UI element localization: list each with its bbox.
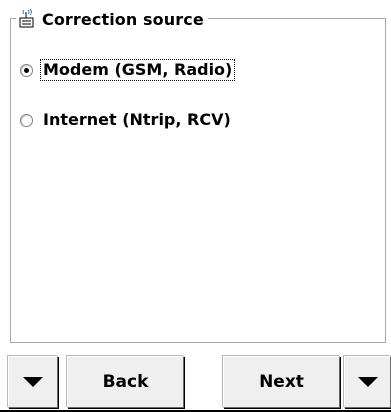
left-dropdown-button[interactable] bbox=[8, 356, 58, 408]
groupbox-border-left bbox=[10, 18, 11, 343]
triangle-down-icon bbox=[23, 377, 43, 387]
option-modem-label[interactable]: Modem (GSM, Radio) bbox=[39, 59, 236, 81]
groupbox-title: Correction source bbox=[42, 9, 204, 29]
back-button-label: Back bbox=[102, 372, 149, 392]
radio-button-modem[interactable] bbox=[20, 63, 33, 77]
groupbox-legend: Correction source bbox=[16, 8, 208, 30]
option-internet[interactable]: Internet (Ntrip, RCV) bbox=[20, 110, 233, 130]
back-button[interactable]: Back bbox=[67, 356, 184, 408]
triangle-down-icon bbox=[357, 377, 378, 387]
next-button-label: Next bbox=[259, 372, 304, 392]
radio-button-internet[interactable] bbox=[20, 113, 33, 127]
groupbox-border-right bbox=[385, 18, 386, 343]
option-modem[interactable]: Modem (GSM, Radio) bbox=[20, 59, 236, 81]
right-dropdown-button[interactable] bbox=[344, 356, 391, 408]
groupbox-border-bottom bbox=[10, 342, 386, 343]
option-internet-label[interactable]: Internet (Ntrip, RCV) bbox=[41, 110, 233, 130]
next-button[interactable]: Next bbox=[223, 356, 340, 408]
radio-selected-dot bbox=[24, 67, 29, 73]
radio-antenna-icon bbox=[19, 9, 34, 28]
